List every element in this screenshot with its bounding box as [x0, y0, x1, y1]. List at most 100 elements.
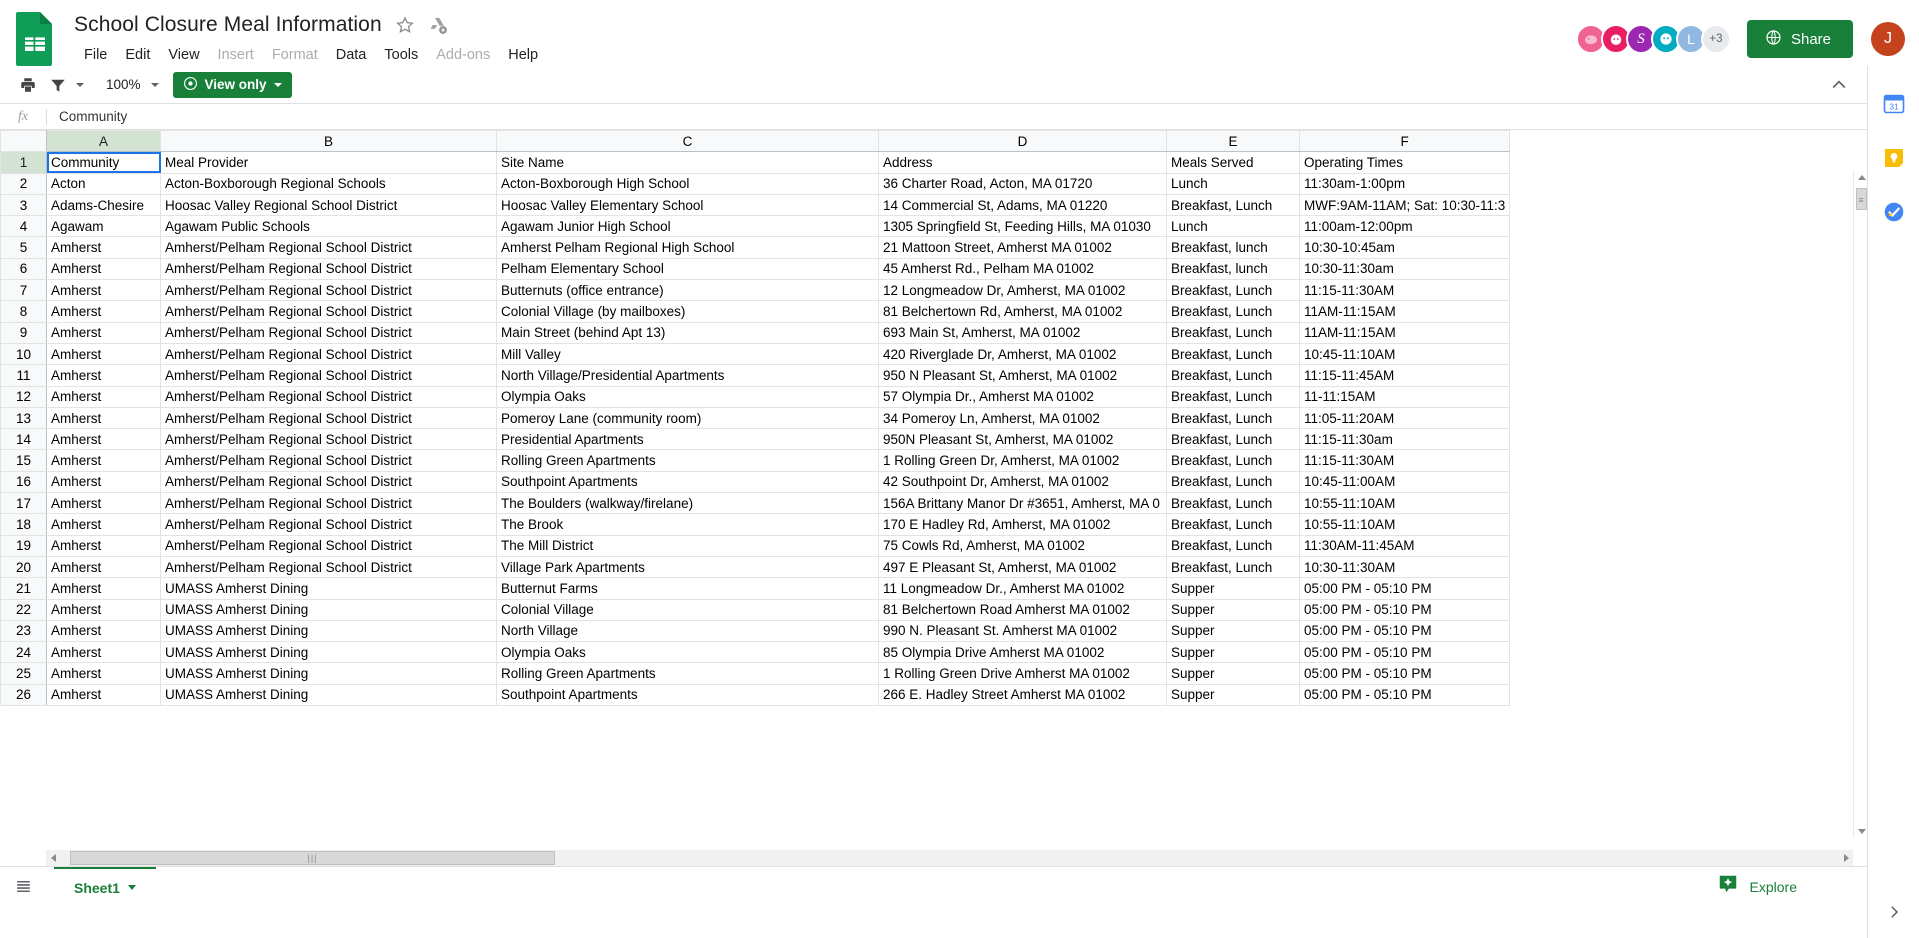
cell-f9[interactable]: 11AM-11:15AM — [1298, 321, 1511, 344]
cell-d17[interactable]: 156A Brittany Manor Dr #3651, Amherst, M… — [878, 492, 1167, 515]
row-header-17[interactable]: 17 — [0, 492, 47, 515]
cell-a1[interactable]: Community — [46, 151, 161, 174]
cell-e12[interactable]: Breakfast, Lunch — [1166, 385, 1300, 408]
horizontal-scrollbar[interactable]: ||| — [46, 850, 1853, 866]
filter-views-caret-icon[interactable] — [76, 82, 84, 87]
cell-f26[interactable]: 05:00 PM - 05:10 PM — [1298, 683, 1511, 707]
menu-tools[interactable]: Tools — [375, 44, 427, 66]
row-header-20[interactable]: 20 — [0, 555, 47, 579]
collaborator-overflow-count[interactable]: +3 — [1700, 24, 1731, 54]
row-header-21[interactable]: 21 — [0, 577, 47, 600]
cell-d19[interactable]: 75 Cowls Rd, Amherst, MA 01002 — [878, 534, 1167, 557]
cell-e7[interactable]: Breakfast, Lunch — [1166, 279, 1300, 302]
cell-f11[interactable]: 11:15-11:45AM — [1298, 364, 1511, 387]
cell-f18[interactable]: 10:55-11:10AM — [1298, 513, 1511, 536]
row-header-19[interactable]: 19 — [0, 534, 47, 557]
cell-b24[interactable]: UMASS Amherst Dining — [160, 641, 497, 664]
star-outline-icon[interactable] — [395, 15, 415, 35]
scroll-left-button[interactable] — [46, 850, 60, 866]
all-sheets-icon[interactable] — [0, 877, 46, 896]
menu-data[interactable]: Data — [327, 44, 376, 66]
sheet-tab-sheet1[interactable]: Sheet1 — [54, 866, 156, 907]
cell-e5[interactable]: Breakfast, lunch — [1166, 236, 1300, 259]
cell-f24[interactable]: 05:00 PM - 05:10 PM — [1298, 641, 1511, 664]
cell-b26[interactable]: UMASS Amherst Dining — [160, 683, 497, 707]
cell-a15[interactable]: Amherst — [46, 449, 161, 472]
select-all-corner[interactable] — [0, 130, 47, 153]
column-header-e[interactable]: E — [1166, 130, 1300, 153]
horizontal-scroll-thumb[interactable]: ||| — [70, 851, 555, 865]
cell-e15[interactable]: Breakfast, Lunch — [1166, 449, 1300, 472]
share-button[interactable]: Share — [1746, 20, 1853, 58]
scroll-up-button[interactable] — [1856, 170, 1867, 184]
cell-c5[interactable]: Amherst Pelham Regional High School — [496, 236, 879, 259]
cell-e24[interactable]: Supper — [1166, 641, 1300, 664]
cell-e26[interactable]: Supper — [1166, 683, 1300, 707]
cell-d22[interactable]: 81 Belchertown Road Amherst MA 01002 — [878, 598, 1167, 621]
cell-e3[interactable]: Breakfast, Lunch — [1166, 193, 1300, 217]
row-header-5[interactable]: 5 — [0, 236, 47, 259]
cell-b25[interactable]: UMASS Amherst Dining — [160, 662, 497, 685]
cell-e23[interactable]: Supper — [1166, 619, 1300, 643]
cell-f5[interactable]: 10:30-10:45am — [1298, 236, 1511, 259]
account-avatar[interactable]: J — [1871, 22, 1905, 56]
cell-a4[interactable]: Agawam — [46, 215, 161, 238]
cell-d1[interactable]: Address — [878, 151, 1167, 174]
cell-a26[interactable]: Amherst — [46, 683, 161, 707]
row-header-12[interactable]: 12 — [0, 385, 47, 408]
row-header-2[interactable]: 2 — [0, 172, 47, 195]
cell-e19[interactable]: Breakfast, Lunch — [1166, 534, 1300, 557]
google-keep-icon[interactable] — [1882, 146, 1906, 170]
cell-d11[interactable]: 950 N Pleasant St, Amherst, MA 01002 — [878, 364, 1167, 387]
cell-d15[interactable]: 1 Rolling Green Dr, Amherst, MA 01002 — [878, 449, 1167, 472]
cell-d21[interactable]: 11 Longmeadow Dr., Amherst MA 01002 — [878, 577, 1167, 600]
row-header-25[interactable]: 25 — [0, 662, 47, 685]
cell-b14[interactable]: Amherst/Pelham Regional School District — [160, 428, 497, 451]
cell-a24[interactable]: Amherst — [46, 641, 161, 664]
cell-c6[interactable]: Pelham Elementary School — [496, 257, 879, 281]
chevron-right-icon[interactable] — [1885, 903, 1903, 926]
cell-e16[interactable]: Breakfast, Lunch — [1166, 470, 1300, 494]
row-header-16[interactable]: 16 — [0, 470, 47, 494]
cell-a25[interactable]: Amherst — [46, 662, 161, 685]
cell-b2[interactable]: Acton-Boxborough Regional Schools — [160, 172, 497, 195]
cell-e9[interactable]: Breakfast, Lunch — [1166, 321, 1300, 344]
cell-b1[interactable]: Meal Provider — [160, 151, 497, 174]
cell-e14[interactable]: Breakfast, Lunch — [1166, 428, 1300, 451]
google-tasks-icon[interactable] — [1882, 200, 1906, 224]
cell-b11[interactable]: Amherst/Pelham Regional School District — [160, 364, 497, 387]
cell-d13[interactable]: 34 Pomeroy Ln, Amherst, MA 01002 — [878, 406, 1167, 430]
cell-c11[interactable]: North Village/Presidential Apartments — [496, 364, 879, 387]
cell-f12[interactable]: 11-11:15AM — [1298, 385, 1511, 408]
cell-d8[interactable]: 81 Belchertown Rd, Amherst, MA 01002 — [878, 300, 1167, 323]
row-header-26[interactable]: 26 — [0, 683, 47, 707]
cell-b15[interactable]: Amherst/Pelham Regional School District — [160, 449, 497, 472]
cell-d14[interactable]: 950N Pleasant St, Amherst, MA 01002 — [878, 428, 1167, 451]
cell-b5[interactable]: Amherst/Pelham Regional School District — [160, 236, 497, 259]
explore-button[interactable]: Explore — [1705, 867, 1813, 906]
move-to-drive-icon[interactable] — [428, 15, 448, 35]
chevron-down-icon[interactable] — [127, 885, 136, 890]
cell-a14[interactable]: Amherst — [46, 428, 161, 451]
cell-e8[interactable]: Breakfast, Lunch — [1166, 300, 1300, 323]
row-header-14[interactable]: 14 — [0, 428, 47, 451]
cell-f1[interactable]: Operating Times — [1298, 151, 1511, 174]
cell-a19[interactable]: Amherst — [46, 534, 161, 557]
cell-f15[interactable]: 11:15-11:30AM — [1298, 449, 1511, 472]
cell-c17[interactable]: The Boulders (walkway/firelane) — [496, 492, 879, 515]
row-header-10[interactable]: 10 — [0, 342, 47, 366]
row-header-22[interactable]: 22 — [0, 598, 47, 621]
cell-c22[interactable]: Colonial Village — [496, 598, 879, 621]
cell-a6[interactable]: Amherst — [46, 257, 161, 281]
column-header-b[interactable]: B — [160, 130, 497, 153]
cell-c10[interactable]: Mill Valley — [496, 342, 879, 366]
cell-f16[interactable]: 10:45-11:00AM — [1298, 470, 1511, 494]
cell-b23[interactable]: UMASS Amherst Dining — [160, 619, 497, 643]
cell-c20[interactable]: Village Park Apartments — [496, 555, 879, 579]
cell-a11[interactable]: Amherst — [46, 364, 161, 387]
cell-c23[interactable]: North Village — [496, 619, 879, 643]
cell-c19[interactable]: The Mill District — [496, 534, 879, 557]
cell-e17[interactable]: Breakfast, Lunch — [1166, 492, 1300, 515]
cell-d7[interactable]: 12 Longmeadow Dr, Amherst, MA 01002 — [878, 279, 1167, 302]
cell-b4[interactable]: Agawam Public Schools — [160, 215, 497, 238]
